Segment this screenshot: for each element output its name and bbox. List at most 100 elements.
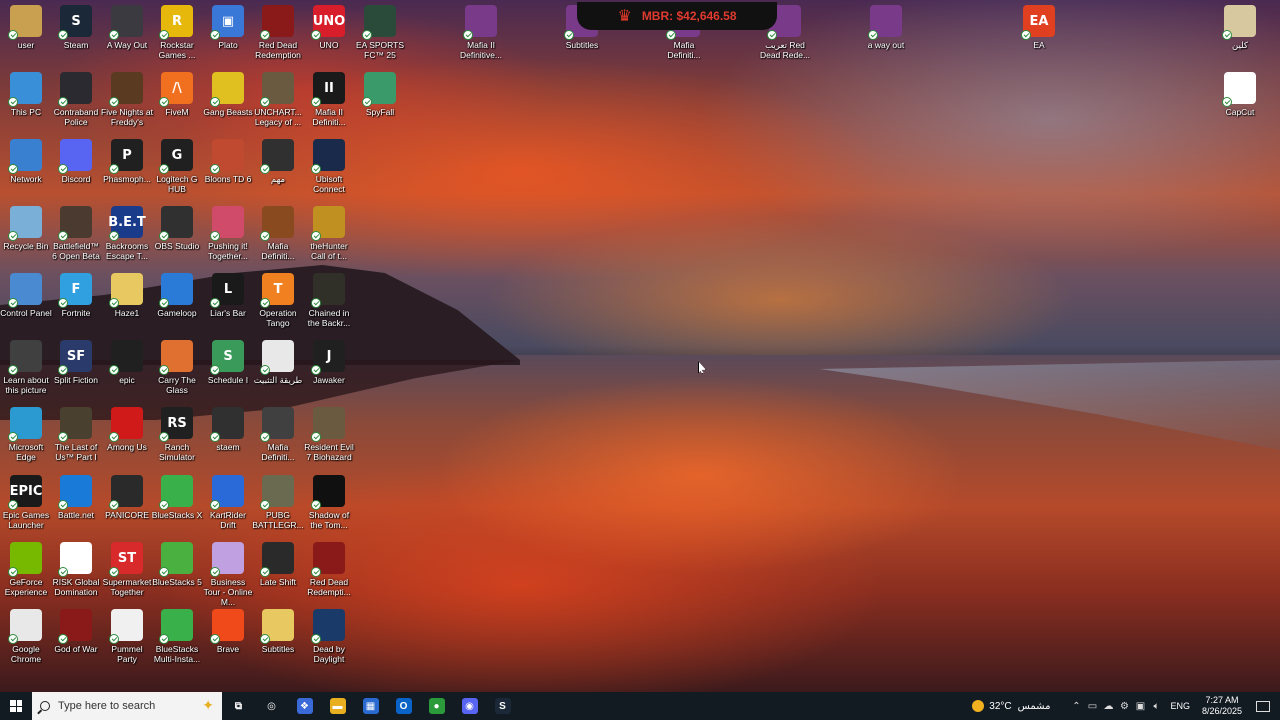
tray-app-icon[interactable]: ▭ bbox=[1084, 701, 1100, 712]
desktop-icon[interactable]: L Liar's Bar bbox=[202, 273, 254, 318]
gear-icon[interactable]: ⚙ bbox=[1116, 701, 1132, 712]
desktop-icon[interactable]: Network bbox=[0, 139, 52, 184]
desktop-icon[interactable]: GeForce Experience bbox=[0, 542, 52, 597]
desktop-icon[interactable]: Late Shift bbox=[252, 542, 304, 587]
weather-sun-icon[interactable] bbox=[972, 700, 985, 712]
desktop-icon[interactable]: Five Nights at Freddy's bbox=[101, 72, 153, 127]
desktop-icon[interactable]: G Logitech G HUB bbox=[151, 139, 203, 194]
copilot-app-button[interactable]: ❖ bbox=[288, 692, 321, 720]
desktop-icon[interactable]: R Rockstar Games ... bbox=[151, 5, 203, 60]
desktop-icon[interactable]: Microsoft Edge bbox=[0, 407, 52, 462]
desktop-icon[interactable]: theHunter Call of t... bbox=[303, 206, 355, 261]
desktop-icon[interactable]: مهم bbox=[252, 139, 304, 184]
desktop-icon[interactable]: Red Dead Redempti... bbox=[303, 542, 355, 597]
desktop-icon[interactable]: CapCut bbox=[1214, 72, 1266, 117]
desktop-icon[interactable]: SpyFall bbox=[354, 72, 406, 117]
desktop-icon[interactable]: Contraband Police bbox=[50, 72, 102, 127]
steam-button[interactable]: S bbox=[486, 692, 519, 720]
taskbar-clock[interactable]: 7:27 AM 8/26/2025 bbox=[1202, 695, 1242, 717]
desktop-icon[interactable]: Battle.net bbox=[50, 475, 102, 520]
desktop-icon[interactable]: Learn about this picture bbox=[0, 340, 52, 395]
desktop-icon[interactable]: PUBG BATTLEGR... bbox=[252, 475, 304, 530]
desktop-icon[interactable]: Gameloop bbox=[151, 273, 203, 318]
desktop-icon[interactable]: F Fortnite bbox=[50, 273, 102, 318]
desktop-icon[interactable]: Pushing it! Together... bbox=[202, 206, 254, 261]
desktop-icon[interactable]: /\ FiveM bbox=[151, 72, 203, 117]
desktop-icon[interactable]: Gang Beasts bbox=[202, 72, 254, 117]
desktop-icon[interactable]: Mafia Definiti... bbox=[252, 206, 304, 261]
desktop-icon[interactable]: The Last of Us™ Part I bbox=[50, 407, 102, 462]
desktop-icon[interactable]: a way out bbox=[860, 5, 912, 50]
desktop-icon[interactable]: Bloons TD 6 bbox=[202, 139, 254, 184]
language-indicator[interactable]: ENG bbox=[1170, 701, 1190, 711]
desktop-icon[interactable]: Resident Evil 7 Biohazard bbox=[303, 407, 355, 462]
cloud-icon[interactable]: ☁ bbox=[1100, 701, 1116, 712]
desktop-icon[interactable]: BlueStacks 5 bbox=[151, 542, 203, 587]
network-icon[interactable]: ▣ bbox=[1132, 701, 1148, 712]
outlook-button[interactable]: O bbox=[387, 692, 420, 720]
desktop-icon[interactable]: Ubisoft Connect bbox=[303, 139, 355, 194]
desktop-icon[interactable]: This PC bbox=[0, 72, 52, 117]
desktop-icon[interactable]: Discord bbox=[50, 139, 102, 184]
desktop-icon[interactable]: Shadow of the Tom... bbox=[303, 475, 355, 530]
taskbar-search-box[interactable]: ✦ bbox=[32, 692, 222, 720]
desktop-icon[interactable]: EA EA bbox=[1013, 5, 1065, 50]
desktop-icon[interactable]: staem bbox=[202, 407, 254, 452]
desktop-icon[interactable]: Among Us bbox=[101, 407, 153, 452]
desktop-icon[interactable]: Google Chrome bbox=[0, 609, 52, 664]
desktop-icon[interactable]: S Steam bbox=[50, 5, 102, 50]
desktop-icon[interactable]: UNCHART... Legacy of ... bbox=[252, 72, 304, 127]
desktop-icon[interactable]: ST Supermarket Together bbox=[101, 542, 153, 597]
desktop-icon[interactable]: Carry The Glass bbox=[151, 340, 203, 395]
desktop-icon[interactable]: A Way Out bbox=[101, 5, 153, 50]
desktop-icon[interactable]: Mafia Definiti... bbox=[252, 407, 304, 462]
desktop-icon[interactable]: Dead by Daylight bbox=[303, 609, 355, 664]
desktop-icon[interactable]: Battlefield™ 6 Open Beta bbox=[50, 206, 102, 261]
discord-button[interactable]: ◉ bbox=[453, 692, 486, 720]
microsoft-store-button[interactable]: ▦ bbox=[354, 692, 387, 720]
desktop-icon[interactable]: B.E.T Backrooms Escape T... bbox=[101, 206, 153, 261]
desktop-icon[interactable]: KartRider Drift bbox=[202, 475, 254, 530]
desktop-icon[interactable]: RISK Global Domination bbox=[50, 542, 102, 597]
desktop-icon[interactable]: P Phasmoph... bbox=[101, 139, 153, 184]
desktop-icon[interactable]: Subtitles bbox=[252, 609, 304, 654]
desktop-icon[interactable]: طريقة التثبيت bbox=[252, 340, 304, 385]
desktop-icon[interactable]: RS Ranch Simulator bbox=[151, 407, 203, 462]
desktop-icon[interactable]: BlueStacks X bbox=[151, 475, 203, 520]
desktop-icon[interactable]: T Operation Tango bbox=[252, 273, 304, 328]
desktop-icon[interactable]: SF Split Fiction bbox=[50, 340, 102, 385]
copilot-button[interactable]: ◎ bbox=[255, 692, 288, 720]
desktop-icon[interactable]: Mafia II Definitive... bbox=[455, 5, 507, 60]
desktop-icon[interactable]: BlueStacks Multi-Insta... bbox=[151, 609, 203, 664]
desktop-icon[interactable]: OBS Studio bbox=[151, 206, 203, 251]
desktop-icon[interactable]: EPIC Epic Games Launcher bbox=[0, 475, 52, 530]
desktop-icon[interactable]: UNO UNO bbox=[303, 5, 355, 50]
desktop-icon[interactable]: EA SPORTS FC™ 25 bbox=[354, 5, 406, 60]
desktop-icon[interactable]: Brave bbox=[202, 609, 254, 654]
desktop-icon[interactable]: ▣ Plato bbox=[202, 5, 254, 50]
desktop-icon[interactable]: كلين bbox=[1214, 5, 1266, 50]
weather-temp[interactable]: 32°C bbox=[989, 701, 1011, 712]
desktop-icon[interactable]: Haze1 bbox=[101, 273, 153, 318]
start-button[interactable] bbox=[0, 692, 32, 720]
file-explorer-button[interactable]: ▬ bbox=[321, 692, 354, 720]
desktop-icon[interactable]: II Mafia II Definiti... bbox=[303, 72, 355, 127]
desktop-icon[interactable]: Pummel Party bbox=[101, 609, 153, 664]
search-input[interactable] bbox=[58, 700, 178, 712]
chrome-button[interactable]: ● bbox=[420, 692, 453, 720]
desktop-icon[interactable]: PANICORE bbox=[101, 475, 153, 520]
chevron-up-icon[interactable]: ⌃ bbox=[1068, 701, 1084, 712]
desktop-icon[interactable]: Chained in the Backr... bbox=[303, 273, 355, 328]
desktop-icon[interactable]: God of War bbox=[50, 609, 102, 654]
desktop-icon[interactable]: Recycle Bin bbox=[0, 206, 52, 251]
volume-icon[interactable]: 🔈︎ bbox=[1148, 701, 1164, 712]
desktop-icon[interactable]: S Schedule I bbox=[202, 340, 254, 385]
task-view-button[interactable]: ⧉ bbox=[222, 692, 255, 720]
desktop-icon[interactable]: J Jawaker bbox=[303, 340, 355, 385]
notification-icon[interactable] bbox=[1256, 700, 1270, 712]
desktop-icon[interactable]: epic bbox=[101, 340, 153, 385]
weather-desc[interactable]: مشمس bbox=[1018, 701, 1051, 712]
desktop-icon[interactable]: Control Panel bbox=[0, 273, 52, 318]
desktop-icon[interactable]: Red Dead Redemption bbox=[252, 5, 304, 60]
desktop-icon[interactable]: user bbox=[0, 5, 52, 50]
